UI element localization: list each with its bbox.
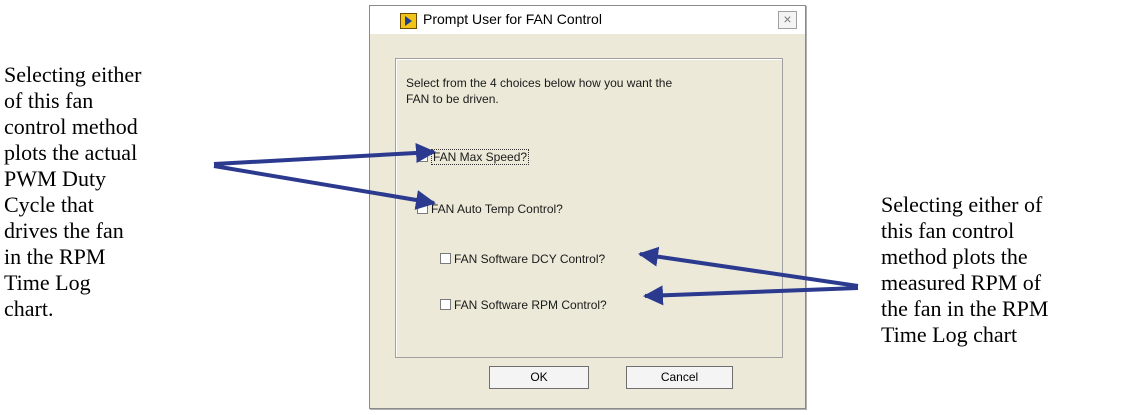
checkbox[interactable]	[440, 299, 451, 311]
prompt-text: Select from the 4 choices below how you …	[406, 76, 673, 106]
checkbox[interactable]	[417, 151, 428, 163]
checkbox[interactable]	[440, 253, 451, 265]
option-label: FAN Auto Temp Control?	[431, 201, 563, 216]
option-label: FAN Software RPM Control?	[454, 297, 607, 312]
dialog-titlebar[interactable]: Prompt User for FAN Control ×	[370, 6, 805, 34]
app-icon	[400, 13, 417, 29]
fan-control-dialog: Prompt User for FAN Control × Select fro…	[369, 5, 806, 409]
cancel-button[interactable]: Cancel	[626, 366, 733, 389]
left-annotation: Selecting either of this fan control met…	[4, 62, 142, 321]
checkbox[interactable]	[417, 203, 428, 215]
right-annotation: Selecting either of this fan control met…	[881, 192, 1049, 347]
option-label: FAN Software DCY Control?	[454, 251, 606, 266]
close-button[interactable]: ×	[778, 11, 797, 29]
option-label: FAN Max Speed?	[431, 148, 530, 165]
option-fan-software-dcy[interactable]: FAN Software DCY Control?	[440, 251, 605, 266]
option-fan-max-speed[interactable]: FAN Max Speed?	[417, 148, 530, 165]
option-fan-software-rpm[interactable]: FAN Software RPM Control?	[440, 297, 607, 312]
dialog-title: Prompt User for FAN Control	[423, 11, 602, 27]
close-icon: ×	[783, 11, 792, 27]
option-fan-auto-temp[interactable]: FAN Auto Temp Control?	[417, 201, 563, 216]
ok-button[interactable]: OK	[489, 366, 589, 389]
